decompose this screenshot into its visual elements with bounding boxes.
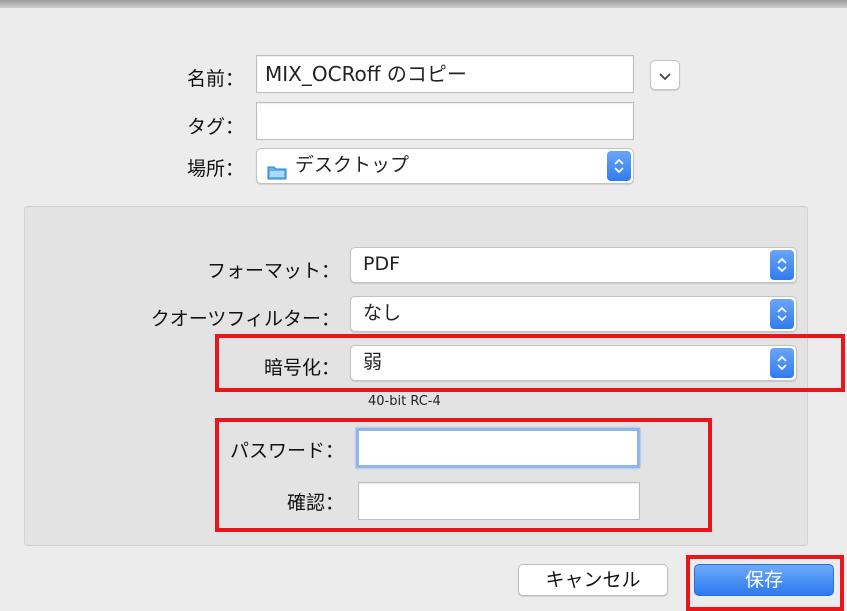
highlight-password — [215, 418, 712, 532]
up-down-arrows-icon — [770, 299, 794, 329]
chevron-down-icon — [659, 66, 671, 85]
encryption-note: 40-bit RC-4 — [368, 394, 441, 409]
folder-icon — [267, 158, 287, 180]
location-label: 場所： — [186, 158, 244, 180]
window-top-edge — [0, 0, 847, 8]
tags-field[interactable] — [256, 102, 634, 140]
quartz-filter-value: なし — [363, 302, 402, 324]
expand-disclosure-button[interactable] — [650, 60, 680, 90]
location-value: デスクトップ — [295, 154, 410, 176]
quartz-filter-popup[interactable]: なし — [350, 296, 797, 332]
save-dialog: 名前： MIX_OCRoff のコピー タグ： 場所： デスクトップ フォーマッ… — [0, 8, 847, 611]
name-label: 名前： — [186, 68, 244, 90]
location-popup[interactable]: デスクトップ — [256, 148, 634, 184]
format-label: フォーマット： — [206, 260, 340, 282]
highlight-encryption — [215, 334, 845, 392]
up-down-arrows-icon — [770, 250, 794, 280]
save-button[interactable]: 保存 — [694, 564, 834, 596]
cancel-button[interactable]: キャンセル — [518, 564, 668, 596]
format-popup[interactable]: PDF — [350, 247, 797, 283]
name-field[interactable]: MIX_OCRoff のコピー — [256, 55, 634, 93]
tags-label: タグ： — [186, 116, 244, 138]
up-down-arrows-icon — [607, 151, 631, 181]
quartz-filter-label: クオーツフィルター： — [150, 308, 340, 330]
format-value: PDF — [363, 253, 401, 275]
